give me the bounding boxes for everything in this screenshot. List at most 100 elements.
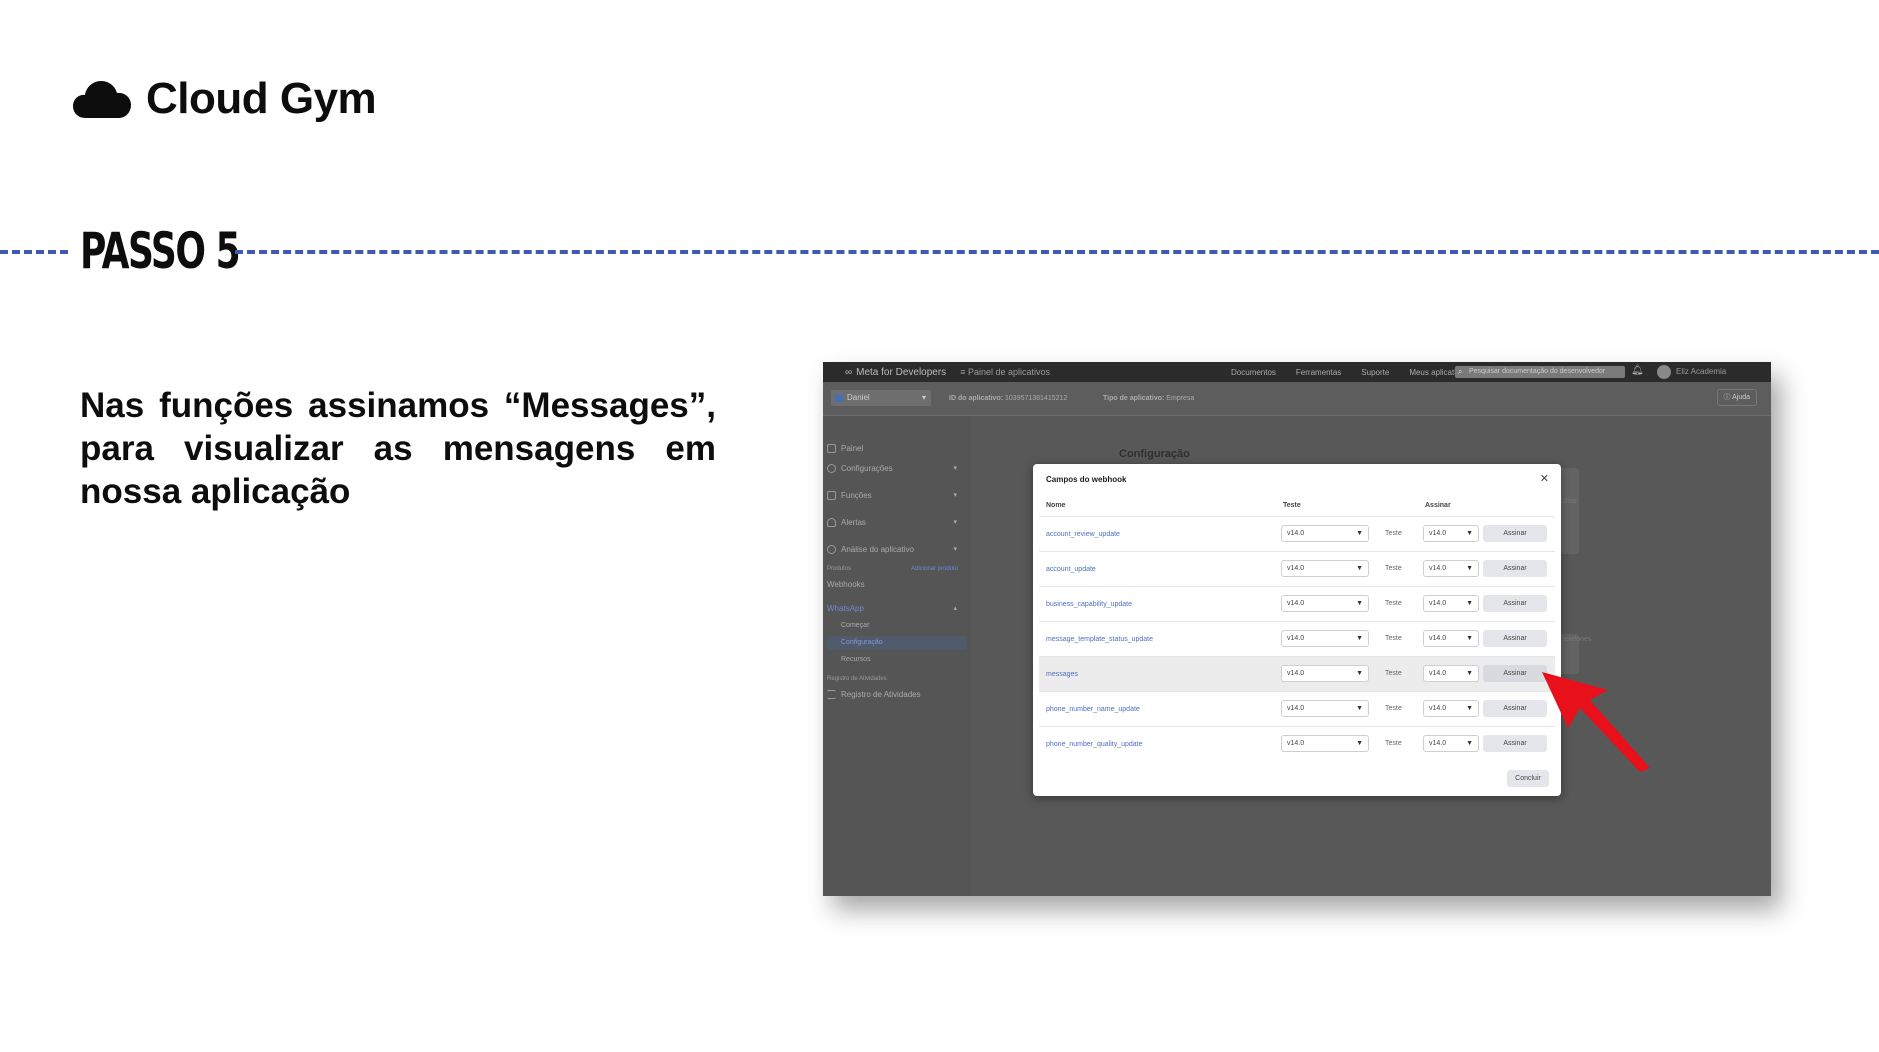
sidebar-sub-configuracao[interactable]: Configuração bbox=[841, 639, 883, 646]
subscribe-version-select[interactable]: v14.0 ▼ bbox=[1423, 560, 1479, 577]
sidebar-sub-recursos[interactable]: Recursos bbox=[841, 656, 871, 663]
nav-docs[interactable]: Documentos bbox=[1231, 368, 1276, 377]
test-version-select[interactable]: v14.0 ▼ bbox=[1281, 630, 1369, 647]
help-button[interactable]: ⓘ Ajuda bbox=[1716, 389, 1757, 406]
column-subscribe: Assinar bbox=[1425, 502, 1451, 509]
field-name: account_review_update bbox=[1046, 531, 1120, 538]
webhook-fields-list: account_review_update v14.0 ▼ Teste v14.0… bbox=[1039, 516, 1555, 761]
subscribe-version-select[interactable]: v14.0 ▼ bbox=[1423, 595, 1479, 612]
subscribe-version-select[interactable]: v14.0 ▼ bbox=[1423, 735, 1479, 752]
activity-heading: Registro de Atividades bbox=[827, 676, 887, 682]
column-name: Nome bbox=[1046, 502, 1066, 509]
brand-name: Cloud Gym bbox=[146, 74, 377, 123]
sidebar-sub-comecar[interactable]: Começar bbox=[841, 622, 869, 629]
test-version-select[interactable]: v14.0 ▼ bbox=[1281, 735, 1369, 752]
sidebar: Painel Configurações ▾ Funções ▾ Alertas… bbox=[823, 416, 971, 896]
meta-infinity-icon: ∞ bbox=[845, 366, 853, 378]
step-title: PASSO 5 bbox=[80, 222, 241, 280]
subscribe-button[interactable]: Assinar bbox=[1483, 525, 1547, 542]
subscribe-button[interactable]: Assinar bbox=[1483, 560, 1547, 577]
table-row: phone_number_name_update v14.0 ▼ Teste v1… bbox=[1039, 691, 1555, 726]
subscribe-version-select[interactable]: v14.0 ▼ bbox=[1423, 525, 1479, 542]
webhook-fields-modal: Campos do webhook ✕ Nome Teste Assinar a… bbox=[1033, 464, 1561, 796]
test-version-select[interactable]: v14.0 ▼ bbox=[1281, 595, 1369, 612]
chevron-down-icon: ▾ bbox=[953, 546, 957, 553]
chevron-down-icon: ▾ bbox=[953, 492, 957, 499]
roles-icon bbox=[827, 490, 836, 500]
edit-button-bg: Editar bbox=[1559, 498, 1578, 505]
table-row: account_update v14.0 ▼ Teste v14.0 ▼ Assin… bbox=[1039, 551, 1555, 586]
sidebar-item-painel[interactable]: Painel bbox=[827, 440, 965, 456]
subscribe-messages-button[interactable]: Assinar bbox=[1483, 665, 1547, 682]
sidebar-item-configuracoes[interactable]: Configurações ▾ bbox=[827, 460, 965, 476]
test-button[interactable]: Teste bbox=[1385, 705, 1402, 712]
field-name: phone_number_quality_update bbox=[1046, 741, 1143, 748]
dashed-divider-right bbox=[235, 250, 1879, 254]
app-selector[interactable]: Daniel ▾ bbox=[831, 390, 931, 406]
avatar[interactable] bbox=[1657, 365, 1671, 379]
chevron-down-icon: ▾ bbox=[953, 519, 957, 526]
sidebar-item-funcoes[interactable]: Funções ▾ bbox=[827, 487, 965, 503]
app-id: ID do aplicativo: 1039571381415212 bbox=[949, 395, 1068, 402]
cloud-icon bbox=[73, 81, 131, 118]
sidebar-item-whatsapp[interactable]: WhatsApp ▴ bbox=[827, 600, 965, 616]
subscribe-button[interactable]: Assinar bbox=[1483, 700, 1547, 717]
test-button[interactable]: Teste bbox=[1385, 565, 1402, 572]
field-name: business_capability_update bbox=[1046, 601, 1133, 608]
caret-down-icon: ▼ bbox=[1356, 740, 1363, 747]
caret-down-icon: ▼ bbox=[1466, 670, 1473, 677]
caret-down-icon: ▼ bbox=[1466, 635, 1473, 642]
sidebar-item-webhooks[interactable]: Webhooks bbox=[827, 576, 965, 592]
step-description: Nas funções assinamos “Messages”, para v… bbox=[80, 386, 716, 511]
chevron-up-icon: ▴ bbox=[953, 605, 957, 612]
products-heading: Produtos bbox=[827, 566, 852, 572]
subscribe-button[interactable]: Assinar bbox=[1483, 630, 1547, 647]
table-row: phone_number_quality_update v14.0 ▼ Teste… bbox=[1039, 726, 1555, 761]
test-version-select[interactable]: v14.0 ▼ bbox=[1281, 525, 1369, 542]
caret-down-icon: ▼ bbox=[1466, 740, 1473, 747]
test-button[interactable]: Teste bbox=[1385, 670, 1402, 677]
meta-logo[interactable]: ∞ Meta for Developers bbox=[845, 367, 946, 378]
bell-icon[interactable]: 🔔︎ bbox=[1631, 365, 1644, 376]
caret-down-icon: ▼ bbox=[1466, 705, 1473, 712]
sidebar-item-alertas[interactable]: Alertas ▾ bbox=[827, 514, 965, 530]
test-button[interactable]: Teste bbox=[1385, 530, 1402, 537]
subscribe-button[interactable]: Assinar bbox=[1483, 735, 1547, 752]
table-row: message_template_status_update v14.0 ▼ Te… bbox=[1039, 621, 1555, 656]
list-icon bbox=[827, 689, 836, 699]
check-circle-icon bbox=[827, 544, 836, 554]
test-version-select[interactable]: v14.0 ▼ bbox=[1281, 700, 1369, 717]
subscribe-button[interactable]: Assinar bbox=[1483, 595, 1547, 612]
table-row: business_capability_update v14.0 ▼ Teste … bbox=[1039, 586, 1555, 621]
sidebar-item-analise[interactable]: Análise do aplicativo ▾ bbox=[827, 541, 965, 557]
page-title: Configuração bbox=[1119, 448, 1190, 460]
close-icon[interactable]: ✕ bbox=[1540, 472, 1549, 485]
topbar-nav: Documentos Ferramentas Suporte Meus apli… bbox=[1231, 368, 1468, 377]
subscribe-version-select[interactable]: v14.0 ▼ bbox=[1423, 630, 1479, 647]
caret-down-icon: ▼ bbox=[1356, 635, 1363, 642]
add-product-link[interactable]: Adicionar produto bbox=[911, 566, 958, 572]
home-icon bbox=[827, 443, 836, 453]
table-row-messages: messages v14.0 ▼ Teste v14.0 ▼ Assinar bbox=[1039, 656, 1555, 691]
subscribe-version-select[interactable]: v14.0 ▼ bbox=[1423, 700, 1479, 717]
meta-topbar: ∞ Meta for Developers ≡ Painel de aplica… bbox=[823, 362, 1771, 382]
nav-support[interactable]: Suporte bbox=[1361, 368, 1389, 377]
search-input[interactable]: ⌕ Pesquisar documentação do desenvolvedo… bbox=[1455, 366, 1625, 378]
user-name[interactable]: Eliz Academia bbox=[1676, 367, 1726, 376]
test-button[interactable]: Teste bbox=[1385, 635, 1402, 642]
sidebar-item-activity-log[interactable]: Registro de Atividades bbox=[827, 686, 965, 702]
apps-panel-link[interactable]: ≡ Painel de aplicativos bbox=[960, 367, 1050, 377]
done-button[interactable]: Concluir bbox=[1507, 770, 1549, 787]
field-name: phone_number_name_update bbox=[1046, 706, 1140, 713]
test-version-select[interactable]: v14.0 ▼ bbox=[1281, 665, 1369, 682]
caret-down-icon: ▼ bbox=[1466, 565, 1473, 572]
test-button[interactable]: Teste bbox=[1385, 600, 1402, 607]
nav-tools[interactable]: Ferramentas bbox=[1296, 368, 1341, 377]
field-name: messages bbox=[1046, 671, 1078, 678]
field-name: message_template_status_update bbox=[1046, 636, 1154, 643]
column-test: Teste bbox=[1283, 502, 1301, 509]
test-version-select[interactable]: v14.0 ▼ bbox=[1281, 560, 1369, 577]
subscribe-version-select[interactable]: v14.0 ▼ bbox=[1423, 665, 1479, 682]
bell-icon bbox=[827, 517, 836, 527]
test-button[interactable]: Teste bbox=[1385, 740, 1402, 747]
